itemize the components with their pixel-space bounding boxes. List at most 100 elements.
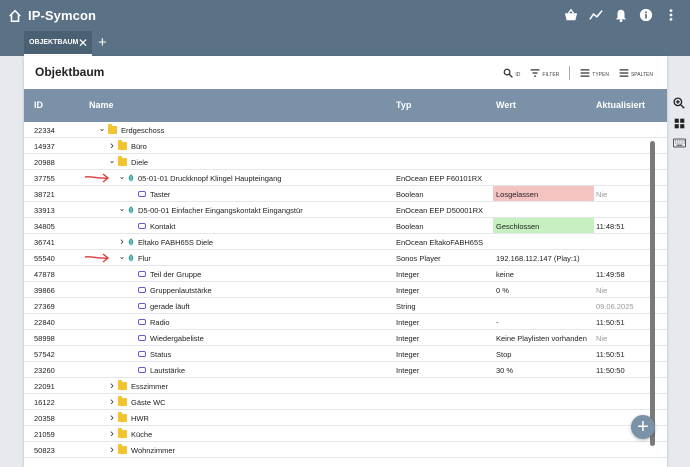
table-row[interactable]: 36741 › Eltako FABH65S Diele EnOcean Eltako… [24,234,667,250]
variable-icon [138,367,146,373]
cell-id: 38721 [34,190,55,199]
chevron-right-icon[interactable]: › [108,140,116,152]
table-row[interactable]: 23260 Lautstärke Integer 30 % 11:50:50 [24,362,667,378]
table-row[interactable]: 20358 › HWR [24,410,667,426]
chevron-down-icon[interactable]: ⌄ [108,156,116,165]
cell-name: Kontakt [128,220,175,232]
app-header: IP-Symcon [0,0,690,31]
columns-button[interactable]: SPALTEN [619,68,653,78]
cell-id: 55540 [34,254,55,263]
home-icon[interactable] [8,9,22,23]
table-row[interactable]: 20988 ⌄ Diele [24,154,667,170]
table-row[interactable]: 22840 Radio Integer - 11:50:51 [24,314,667,330]
cell-aktualisiert: 09.06.2025 [596,302,634,311]
types-button[interactable]: TYPEN [580,68,609,78]
table-row[interactable]: 22091 › Esszimmer [24,378,667,394]
table-row[interactable]: 14937 › Büro [24,138,667,154]
cell-typ: Integer [396,350,420,359]
chevron-right-icon[interactable]: › [108,396,116,408]
table-row[interactable]: 21059 › Küche [24,426,667,442]
table-row[interactable]: 37755 ⌄ 05-01-01 Druckknopf Klingel Haupte… [24,170,667,186]
cell-name: Status [128,348,171,360]
chevron-down-icon[interactable]: ⌄ [118,172,126,181]
cell-id: 34805 [34,222,55,231]
basket-icon[interactable] [564,8,578,22]
object-name: Esszimmer [131,381,169,391]
variable-icon [138,287,146,293]
table-row[interactable]: 58998 Wiedergabeliste Integer Keine Playlis… [24,330,667,346]
cell-id: 36741 [34,238,55,247]
app-title: IP-Symcon [28,8,97,23]
object-name: D5-00-01 Einfacher Eingangskontakt Einga… [138,205,303,215]
cell-id: 14937 [34,142,55,151]
tab-objektbaum[interactable]: OBJEKTBAUM ✕ [24,31,92,56]
table-row[interactable]: 27369 gerade läuft String 09.06.2025 [24,298,667,314]
zoom-button[interactable] [668,93,690,113]
cell-typ: EnOcean EEP D50001RX [396,206,484,215]
folder-icon [118,444,127,454]
add-tab-button[interactable]: + [98,35,107,50]
tab-label: OBJEKTBAUM [29,39,79,46]
chevron-right-icon[interactable]: › [118,236,126,248]
chevron-right-icon[interactable]: › [108,444,116,456]
cell-id: 22091 [34,382,55,391]
cell-name: ⌄ 05-01-01 Druckknopf Klingel Haupteingan… [118,172,282,184]
columns-icon [619,69,629,77]
column-header-typ[interactable]: Typ [396,100,411,110]
windows-icon [674,118,684,128]
table-row[interactable]: 39866 Gruppenlautstärke Integer 0 % Nie [24,282,667,298]
header-tools [564,8,678,22]
filter-button[interactable]: FILTER [530,68,559,78]
chevron-right-icon[interactable]: › [108,380,116,392]
table-row[interactable]: 22334 ⌄ Erdgeschoss [24,122,667,138]
chevron-down-icon[interactable]: ⌄ [118,252,126,261]
cell-id: 22334 [34,126,55,135]
column-header-aktualisiert[interactable]: Aktualisiert [596,100,645,110]
column-header-id[interactable]: ID [34,100,43,110]
tiles-button[interactable] [668,113,690,133]
add-object-button[interactable]: + [631,415,655,439]
column-header-wert[interactable]: Wert [496,100,516,110]
table-row[interactable]: 33913 ⌄ D5-00-01 Einfacher Eingangskontakt… [24,202,667,218]
chart-icon[interactable] [589,8,603,22]
folder-icon [108,124,117,134]
table-row[interactable]: 55540 ⌄ Flur Sonos Player 192.168.112.147 (P… [24,250,667,266]
table-row[interactable]: 50823 › Wohnzimmer [24,442,667,458]
cell-id: 20988 [34,158,55,167]
cell-name: › Küche [108,428,152,440]
chevron-right-icon[interactable]: › [108,428,116,440]
cell-typ: EnOcean EEP F60101RX [396,174,483,183]
chevron-down-icon[interactable]: ⌄ [118,204,126,213]
chevron-down-icon[interactable]: ⌄ [98,124,106,133]
cell-name: Lautstärke [128,364,185,376]
table-row[interactable]: 16122 › Gäste WC [24,394,667,410]
cell-aktualisiert: Nie [596,334,608,343]
cell-wert: Geschlossen [496,222,540,231]
object-name: Lautstärke [150,365,186,375]
cell-id: 27369 [34,302,55,311]
table-row[interactable]: 47878 Teil der Gruppe Integer keine 11:49:58 [24,266,667,282]
table-row[interactable]: 34805 Kontakt Boolean Geschlossen 11:48:51 [24,218,667,234]
info-icon[interactable] [639,8,653,22]
scrollbar[interactable] [650,141,655,446]
table-row[interactable]: 38721 Taster Boolean Losgelassen Nie [24,186,667,202]
search-button[interactable]: ID [503,68,520,78]
cell-id: 50823 [34,446,55,455]
column-header-name[interactable]: Name [89,100,114,110]
cell-id: 47878 [34,270,55,279]
table-header: ID Name Typ Wert Aktualisiert [24,89,667,122]
bell-icon[interactable] [614,8,628,22]
keyboard-button[interactable] [668,133,690,153]
cell-aktualisiert: 11:50:50 [596,366,625,375]
object-name: 05-01-01 Druckknopf Klingel Haupteingang [138,173,282,183]
chevron-right-icon[interactable]: › [108,412,116,424]
cell-wert: 192.168.112.147 (Play:1) [496,254,580,263]
cell-wert: Stop [496,350,512,359]
panel-header: Objektbaum ID FILTER TYPEN SPALTEN [24,56,667,89]
table-row[interactable]: 57542 Status Integer Stop 11:50:51 [24,346,667,362]
cell-wert: Losgelassen [496,190,539,199]
more-vert-icon[interactable] [664,8,678,22]
cell-name: Taster [128,188,170,200]
close-icon[interactable]: ✕ [78,37,88,49]
zoom-in-icon [673,97,685,109]
